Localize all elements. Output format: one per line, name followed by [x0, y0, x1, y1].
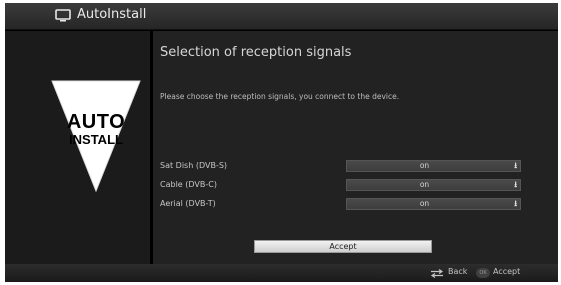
hint-back-label: Back	[448, 267, 468, 276]
sat-dish-value: on	[419, 161, 430, 170]
dropdown-arrow-icon: ⭳	[514, 161, 517, 170]
aerial-select[interactable]: on ⭳	[346, 198, 521, 210]
back-arrows-icon	[430, 269, 444, 278]
logo-line-install: INSTALL	[69, 132, 123, 147]
tv-icon	[55, 9, 71, 22]
dropdown-arrow-icon: ⭳	[514, 199, 517, 208]
instruction-text: Please choose the reception signals, you…	[160, 92, 400, 101]
sat-dish-select[interactable]: on ⭳	[346, 160, 521, 172]
main-panel	[153, 31, 558, 264]
hint-accept-label: Accept	[493, 267, 521, 276]
dropdown-arrow-icon: ⭳	[514, 180, 517, 189]
app-title: AutoInstall	[77, 7, 147, 22]
option-label-sat: Sat Dish (DVB-S)	[160, 161, 228, 170]
cable-select[interactable]: on ⭳	[346, 179, 521, 191]
page-title: Selection of reception signals	[160, 45, 352, 60]
title-bar: AutoInstall	[5, 3, 558, 30]
cable-value: on	[419, 180, 430, 189]
aerial-value: on	[419, 199, 430, 208]
accept-button[interactable]: Accept	[254, 240, 432, 253]
logo-line-auto: AUTO	[66, 111, 126, 133]
option-label-cable: Cable (DVB-C)	[160, 180, 217, 189]
ok-key-icon: OK	[476, 268, 490, 278]
option-label-aerial: Aerial (DVB-T)	[160, 199, 216, 208]
